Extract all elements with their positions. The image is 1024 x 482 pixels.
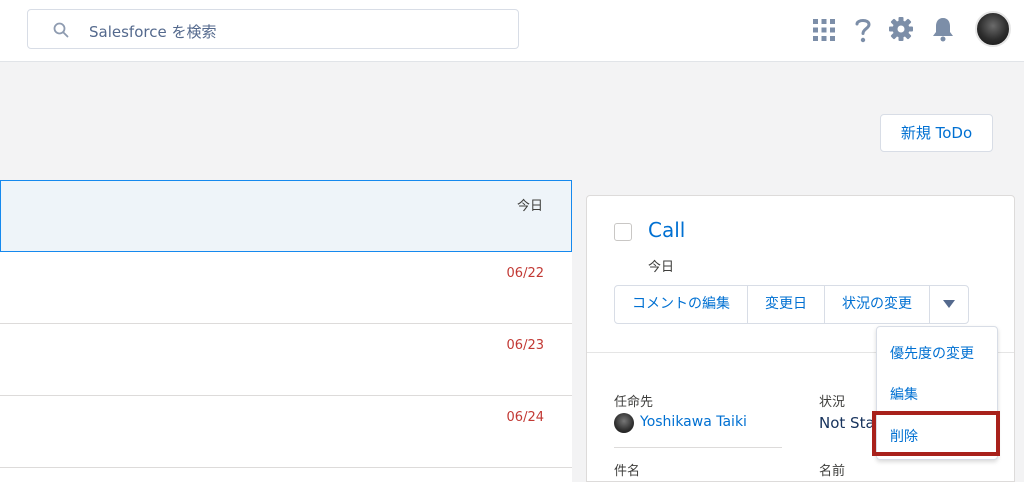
task-due-date: 今日	[516, 199, 543, 214]
task-list-item[interactable]: 06/22	[0, 252, 572, 324]
assignee-avatar	[614, 413, 634, 433]
task-due-date: 06/24	[506, 410, 544, 425]
task-complete-checkbox[interactable]	[614, 223, 632, 241]
subject-label: 件名	[614, 464, 641, 479]
global-search-input[interactable]: Salesforce を検索	[27, 9, 519, 49]
change-date-button[interactable]: 変更日	[748, 286, 825, 323]
status-label: 状況	[819, 395, 846, 410]
assignee-link[interactable]: Yoshikawa Taiki	[640, 414, 747, 430]
edit-comments-button[interactable]: コメントの編集	[615, 286, 748, 323]
search-placeholder: Salesforce を検索	[89, 23, 217, 41]
task-title[interactable]: Call	[648, 218, 685, 242]
global-header: Salesforce を検索	[0, 0, 1024, 62]
name-label: 名前	[819, 464, 846, 479]
help-icon[interactable]	[853, 16, 873, 44]
setup-gear-icon[interactable]	[888, 16, 914, 42]
task-list: 今日 06/22 06/23 06/24	[0, 180, 572, 482]
more-actions-button[interactable]	[930, 286, 968, 323]
task-list-item[interactable]: 今日	[0, 180, 572, 252]
menu-item-change-priority[interactable]: 優先度の変更	[890, 343, 974, 363]
task-action-buttons: コメントの編集 変更日 状況の変更	[614, 285, 969, 324]
app-launcher-icon[interactable]	[812, 18, 836, 42]
notifications-bell-icon[interactable]	[931, 16, 955, 42]
new-todo-button[interactable]: 新規 ToDo	[880, 114, 993, 152]
menu-item-edit[interactable]: 編集	[890, 384, 918, 404]
task-list-item[interactable]: 06/24	[0, 396, 572, 468]
task-due-date: 06/22	[506, 266, 544, 281]
assigned-to-label: 任命先	[614, 395, 654, 410]
task-due-label: 今日	[648, 260, 675, 275]
chevron-down-icon	[943, 300, 955, 308]
status-value: Not Sta	[819, 414, 875, 432]
search-icon	[53, 22, 69, 38]
task-due-date: 06/23	[506, 338, 544, 353]
field-underline	[614, 447, 782, 448]
change-status-button[interactable]: 状況の変更	[825, 286, 930, 323]
user-avatar[interactable]	[975, 11, 1011, 47]
task-list-item[interactable]: 06/23	[0, 324, 572, 396]
delete-highlight-box	[872, 411, 1000, 456]
